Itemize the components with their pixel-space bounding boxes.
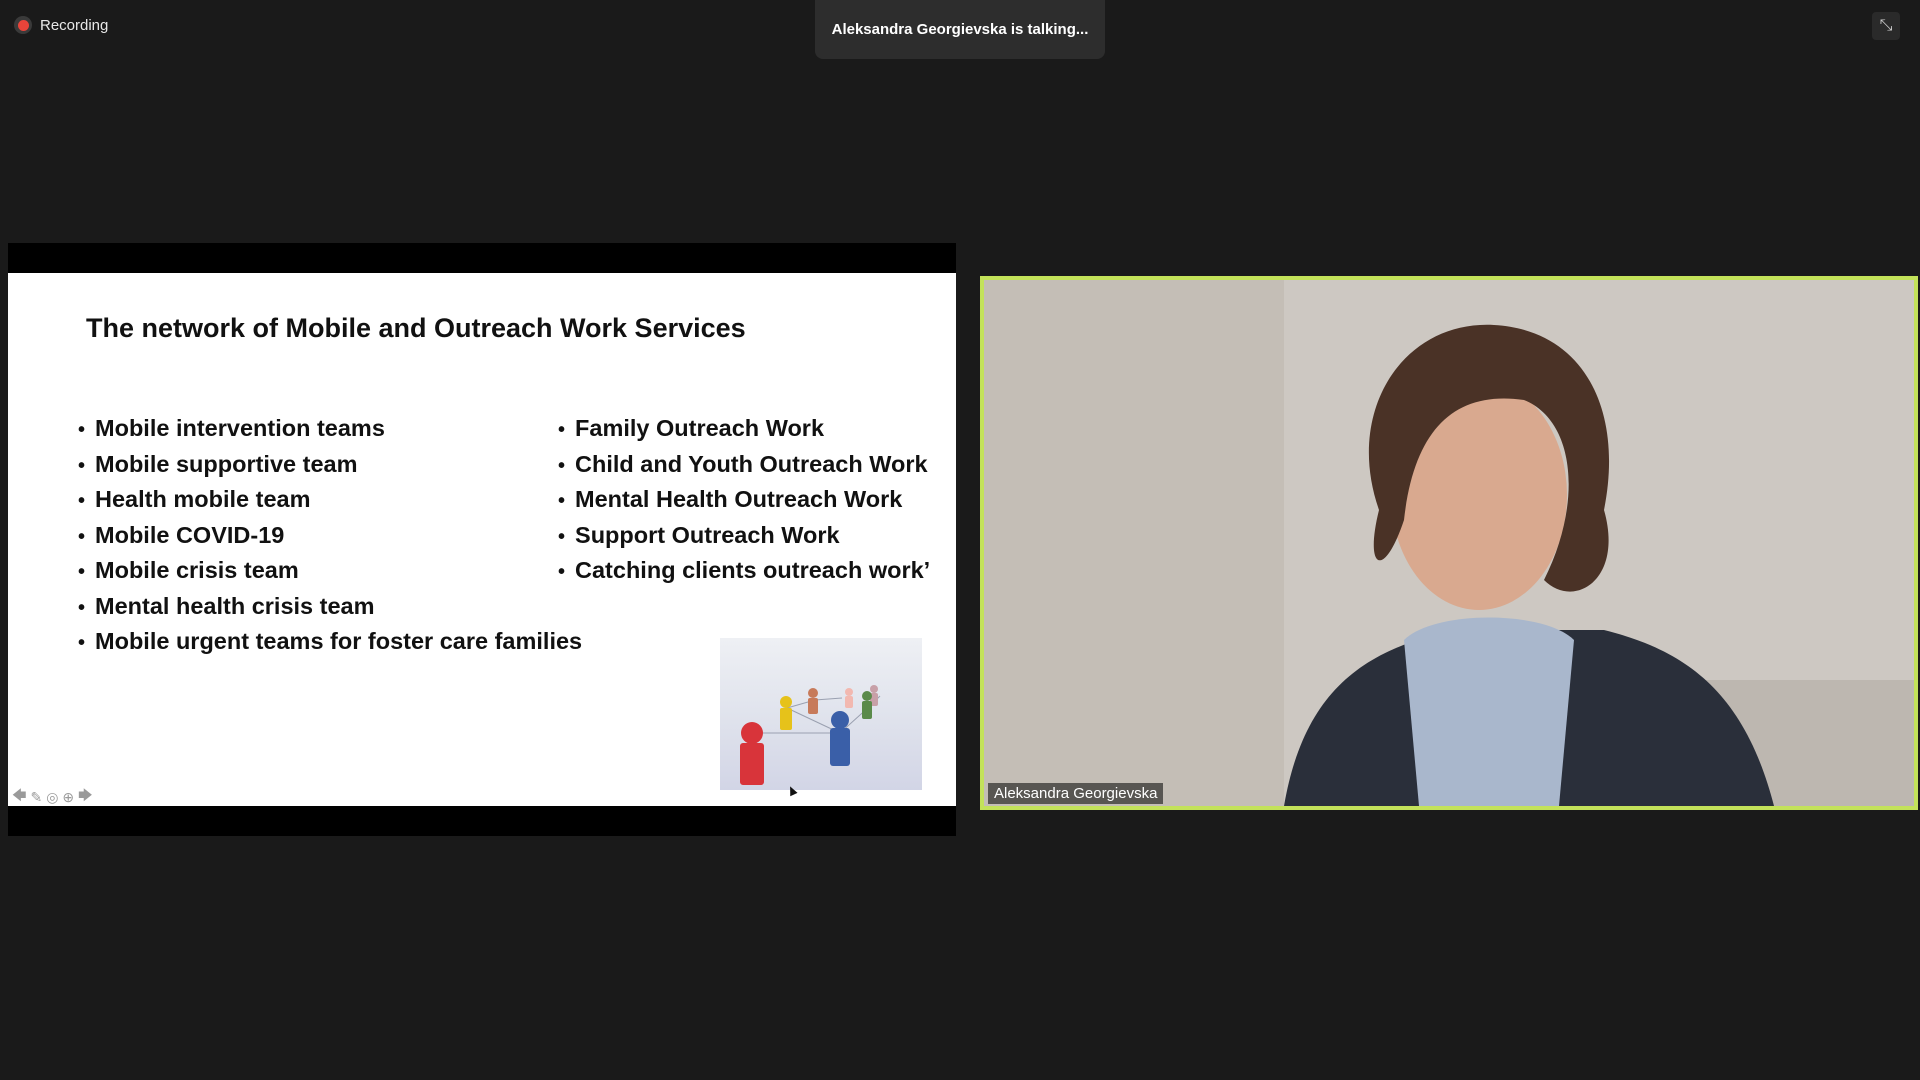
recording-indicator[interactable]: Recording <box>14 14 108 36</box>
pen-icon[interactable]: ✎ <box>30 789 42 806</box>
active-speaker-banner: Aleksandra Georgievska is talking... <box>815 0 1105 59</box>
network-figures-image <box>720 638 922 790</box>
bullet-item: Mobile supportive team <box>78 447 582 483</box>
pointer-icon[interactable]: ◎ <box>46 789 58 806</box>
participant-video <box>984 280 1914 806</box>
bullet-item: Mobile COVID-19 <box>78 518 582 554</box>
bullet-item: Child and Youth Outreach Work <box>558 447 930 483</box>
prev-slide-icon[interactable]: 🡄 <box>12 785 26 806</box>
bullet-item: Mobile intervention teams <box>78 411 582 447</box>
bullet-item: Mental Health Outreach Work <box>558 482 930 518</box>
participant-video-tile[interactable]: Aleksandra Georgievska <box>980 276 1918 810</box>
bullet-item: Mental health crisis team <box>78 589 582 625</box>
more-icon[interactable]: ⊕ <box>62 789 74 806</box>
shared-screen: The network of Mobile and Outreach Work … <box>8 243 956 836</box>
recording-label: Recording <box>40 16 109 34</box>
minimize-icon[interactable]: ⤡ <box>1872 12 1900 40</box>
active-speaker-text: Aleksandra Georgievska is talking... <box>831 21 1089 38</box>
bullet-item: Catching clients outreach work’ <box>558 553 930 589</box>
bullet-item: Support Outreach Work <box>558 518 930 554</box>
participant-name-label: Aleksandra Georgievska <box>988 783 1164 804</box>
presentation-slide: The network of Mobile and Outreach Work … <box>8 273 956 806</box>
next-slide-icon[interactable]: 🡆 <box>78 785 92 806</box>
bullet-item: Mobile urgent teams for foster care fami… <box>78 624 582 660</box>
slide-title: The network of Mobile and Outreach Work … <box>86 313 746 343</box>
slide-toolbar: 🡄 ✎ ◎ ⊕ 🡆 <box>12 787 93 806</box>
bullet-item: Health mobile team <box>78 482 582 518</box>
bullet-item: Mobile crisis team <box>78 553 582 589</box>
record-icon <box>14 16 32 34</box>
bullet-item: Family Outreach Work <box>558 411 930 447</box>
slide-right-bullets: Family Outreach Work Child and Youth Out… <box>558 411 930 589</box>
slide-left-bullets: Mobile intervention teams Mobile support… <box>78 411 582 660</box>
